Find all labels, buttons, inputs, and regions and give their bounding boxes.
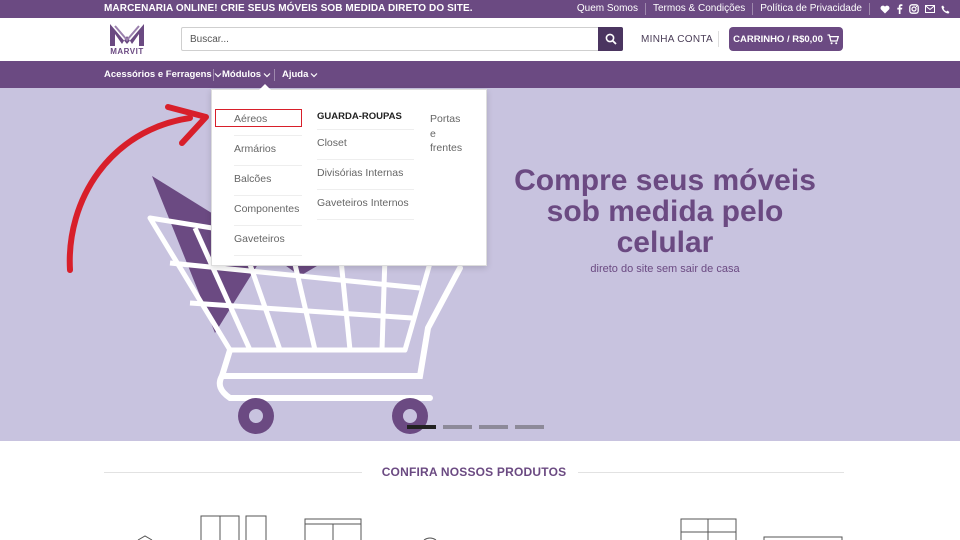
- menu-item-armarios[interactable]: Armários: [234, 136, 302, 166]
- menu-item-text: Portas: [430, 113, 461, 125]
- annotation-arrow: [66, 104, 209, 273]
- highlight-box: [215, 109, 302, 127]
- menu-heading-guarda-roupas[interactable]: GUARDA-ROUPAS: [317, 106, 414, 130]
- menu-item-gaveteiros-internos[interactable]: Gaveteiros Internos: [317, 190, 414, 220]
- menu-item-portas-frentes[interactable]: Portas e frentes: [430, 106, 470, 156]
- product-thumbnails: [137, 515, 843, 540]
- modulos-dropdown: Aéreos Armários Balcões Componentes Gave…: [211, 84, 487, 266]
- products-section-title: CONFIRA NOSSOS PRODUTOS: [104, 463, 844, 481]
- dropdown-column-1: Aéreos Armários Balcões Componentes Gave…: [234, 106, 302, 256]
- menu-item-divisorias[interactable]: Divisórias Internas: [317, 160, 414, 190]
- dropdown-column-3: Portas e frentes: [430, 106, 470, 156]
- products-title-text: CONFIRA NOSSOS PRODUTOS: [381, 465, 567, 479]
- menu-item-balcoes[interactable]: Balcões: [234, 166, 302, 196]
- menu-item-text: frentes: [430, 142, 463, 154]
- menu-item-closet[interactable]: Closet: [317, 130, 414, 160]
- menu-item-text: e: [430, 127, 436, 140]
- menu-item-componentes[interactable]: Componentes: [234, 196, 302, 226]
- dropdown-column-2: GUARDA-ROUPAS Closet Divisórias Internas…: [317, 106, 414, 220]
- dropdown-caret: [259, 84, 271, 90]
- menu-item-gaveteiros[interactable]: Gaveteiros: [234, 226, 302, 256]
